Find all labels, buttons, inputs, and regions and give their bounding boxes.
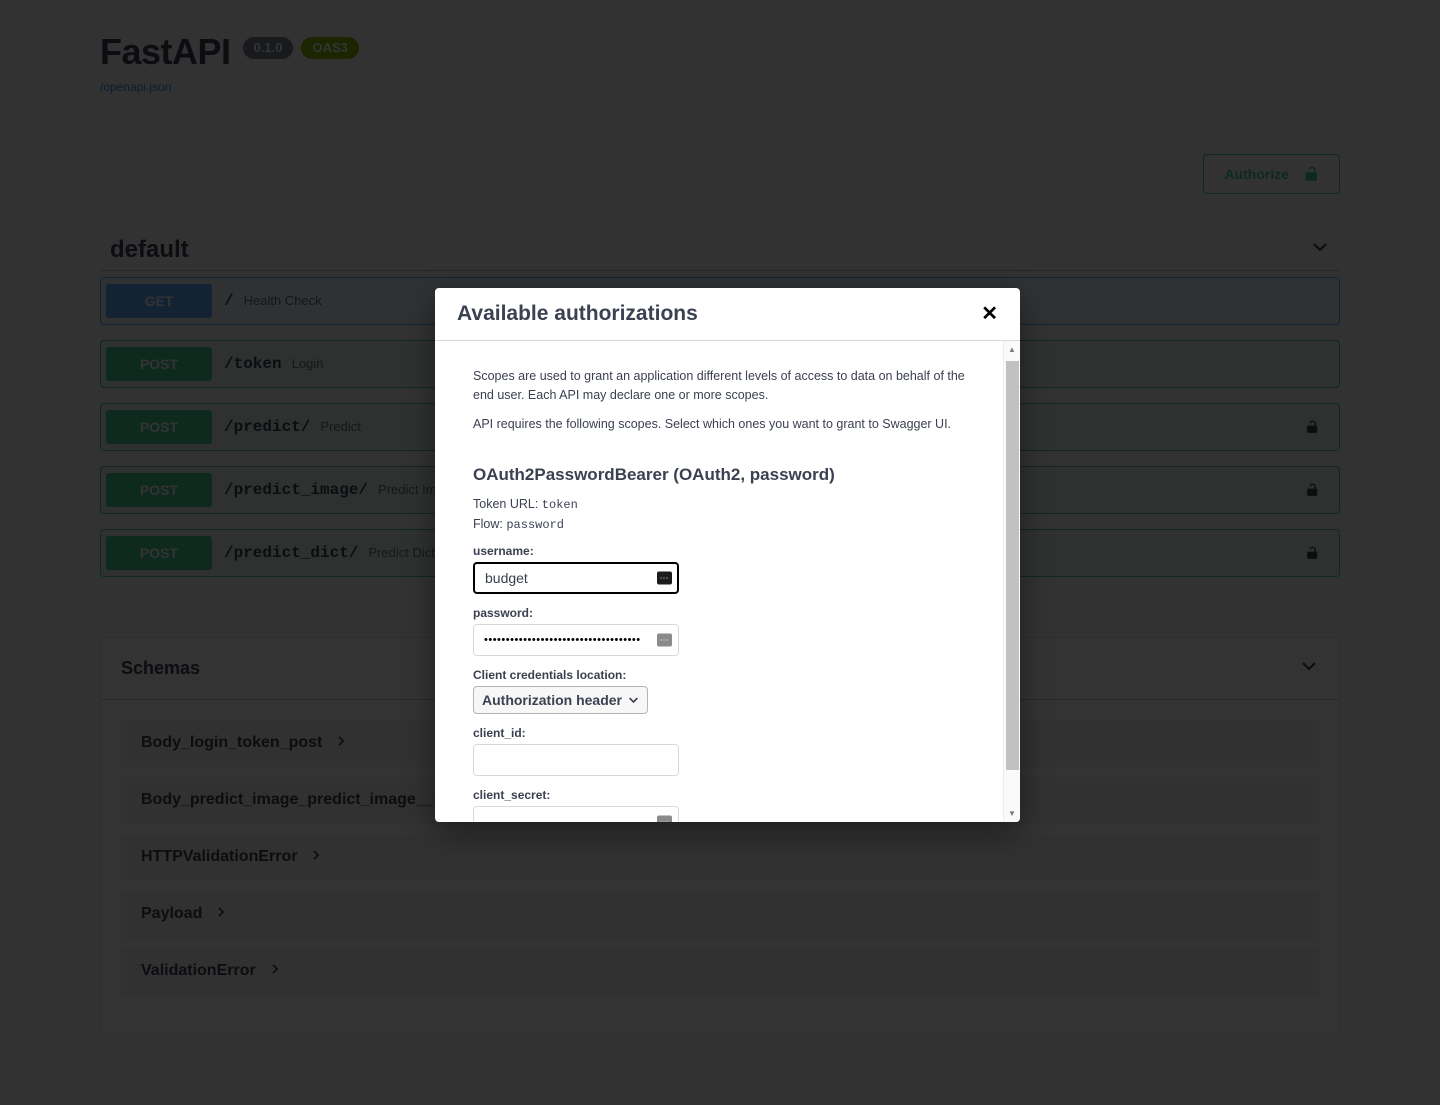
client-credentials-location-wrap: Authorization headerRequest body (473, 686, 648, 715)
flow-line: Flow: password (473, 517, 982, 532)
username-label: username: (473, 544, 534, 559)
client-credentials-location-label: Client credentials location: (473, 668, 627, 683)
flow-label: Flow: (473, 517, 503, 532)
security-scheme-title: OAuth2PasswordBearer (OAuth2, password) (473, 465, 835, 485)
client-id-input[interactable] (473, 744, 679, 777)
token-url-line: Token URL: token (473, 497, 982, 512)
password-input[interactable]: •••••••••••••••••••••••••••••••••••• (473, 624, 679, 657)
client-secret-reveal-icon[interactable]: ⋯ (657, 815, 672, 822)
scroll-up-arrow-icon[interactable]: ▲ (1004, 341, 1020, 358)
client-credentials-location-select[interactable]: Authorization headerRequest body (473, 686, 648, 715)
scrollbar-thumb[interactable] (1006, 361, 1019, 770)
close-icon[interactable]: ✕ (979, 304, 1000, 324)
client-secret-label: client_secret: (473, 788, 551, 803)
client-secret-field-wrap: ⋯ (473, 806, 679, 822)
modal-header: Available authorizations ✕ (435, 288, 1020, 341)
password-masked-value: •••••••••••••••••••••••••••••••••••• (484, 634, 641, 647)
client-id-field-wrap (473, 744, 679, 777)
password-label: password: (473, 606, 534, 621)
token-url-label: Token URL: (473, 497, 539, 512)
token-url-value: token (541, 498, 578, 513)
modal-scrollbar[interactable]: ▲ ▼ (1003, 341, 1020, 822)
modal-title: Available authorizations (457, 302, 698, 325)
available-authorizations-dialog: Available authorizations ✕ Scopes are us… (435, 288, 1020, 822)
scopes-description-2: API requires the following scopes. Selec… (473, 416, 952, 431)
password-reveal-icon[interactable]: ⋯ (657, 633, 672, 647)
credential-autofill-icon[interactable]: ⋯ (657, 571, 672, 585)
modal-body: Scopes are used to grant an application … (435, 341, 1020, 822)
password-field-wrap: •••••••••••••••••••••••••••••••••••• ⋯ (473, 624, 679, 657)
flow-value: password (506, 518, 564, 533)
username-field-wrap: ⋯ (473, 562, 679, 595)
client-id-label: client_id: (473, 726, 526, 741)
username-input[interactable] (473, 562, 679, 595)
scroll-down-arrow-icon[interactable]: ▼ (1004, 805, 1020, 822)
client-secret-input[interactable] (473, 806, 679, 822)
scopes-description-1: Scopes are used to grant an application … (473, 369, 965, 402)
